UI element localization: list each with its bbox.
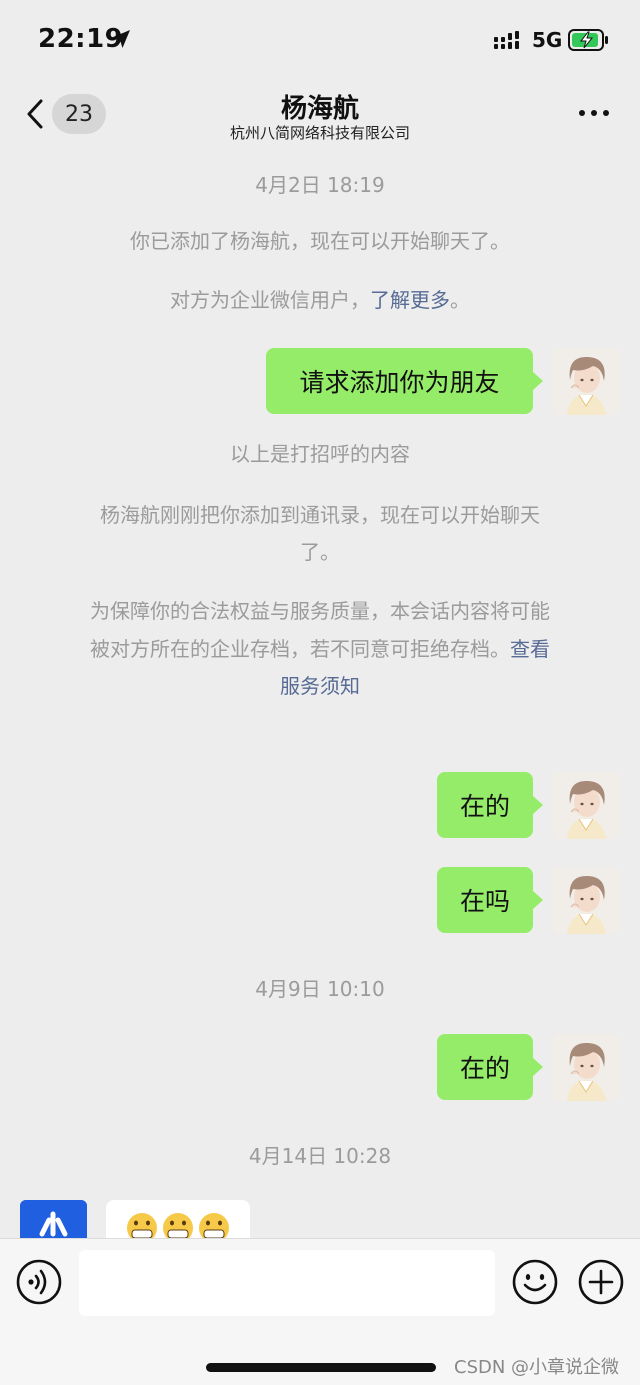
location-arrow-icon (112, 30, 130, 48)
system-notice-archive-line2: 被对方所在的企业存档，若不同意可拒绝存档。查看 (40, 630, 600, 668)
system-notice-text: 对方为企业微信用户， (170, 288, 370, 312)
emoji-icon[interactable] (512, 1259, 558, 1305)
message-input-bar: CSDN @小章说企微 (0, 1238, 640, 1385)
signal-icon (494, 31, 519, 49)
chat-header: 23 杨海航 杭州八简网络科技有限公司 (0, 80, 640, 156)
avatar-illustration-icon (553, 772, 620, 839)
system-notice-text: 被对方所在的企业存档，若不同意可拒绝存档。 (90, 637, 510, 661)
my-avatar[interactable] (553, 772, 620, 839)
plus-icon[interactable] (578, 1259, 624, 1305)
system-notice-text: 。 (450, 288, 470, 312)
system-notice-greeting: 以上是打招呼的内容 (230, 442, 410, 466)
company-logo-icon (20, 1200, 87, 1240)
status-bar: 22:19 5G (0, 0, 640, 80)
outgoing-message-bubble[interactable]: 在吗 (437, 867, 543, 933)
system-notice-contact-line1: 杨海航刚刚把你添加到通讯录，现在可以开始聊天 (100, 503, 540, 527)
learn-more-link[interactable]: 了解更多 (370, 288, 450, 312)
avatar-illustration-icon (553, 1034, 620, 1101)
my-avatar[interactable] (553, 1034, 620, 1101)
more-options-icon[interactable] (578, 108, 610, 118)
outgoing-message-bubble[interactable]: 请求添加你为朋友 (266, 348, 543, 414)
message-input[interactable] (79, 1250, 495, 1316)
system-notice-added: 你已添加了杨海航，现在可以开始聊天了。 (130, 229, 510, 253)
voice-icon[interactable] (16, 1259, 62, 1305)
contact-name: 杨海航 (280, 94, 359, 124)
system-notice-archive-line3: 服务须知 (40, 667, 600, 705)
system-notice-archive-line1: 为保障你的合法权益与服务质量，本会话内容将可能 (90, 599, 550, 623)
avatar-illustration-icon (553, 348, 620, 415)
avatar-illustration-icon (553, 867, 620, 934)
outgoing-message-bubble[interactable]: 在的 (437, 772, 543, 838)
contact-avatar[interactable] (20, 1200, 87, 1240)
view-service-notice-link[interactable]: 查看 (510, 637, 550, 661)
battery-charging-icon (568, 29, 608, 51)
my-avatar[interactable] (553, 348, 620, 415)
system-notice-wecom: 对方为企业微信用户，了解更多。 (40, 281, 600, 319)
my-avatar[interactable] (553, 867, 620, 934)
timestamp: 4月14日 10:28 (248, 1144, 392, 1168)
outgoing-message-bubble[interactable]: 在的 (437, 1034, 543, 1100)
timestamp: 4月9日 10:10 (255, 977, 385, 1001)
system-notice-contact-line2: 了。 (300, 540, 340, 564)
timestamp: 4月2日 18:19 (255, 173, 385, 197)
view-service-notice-link[interactable]: 服务须知 (280, 674, 360, 698)
watermark: CSDN @小章说企微 (454, 1357, 620, 1378)
home-indicator[interactable] (206, 1363, 436, 1372)
contact-company: 杭州八简网络科技有限公司 (229, 124, 410, 142)
network-type: 5G (532, 28, 563, 52)
